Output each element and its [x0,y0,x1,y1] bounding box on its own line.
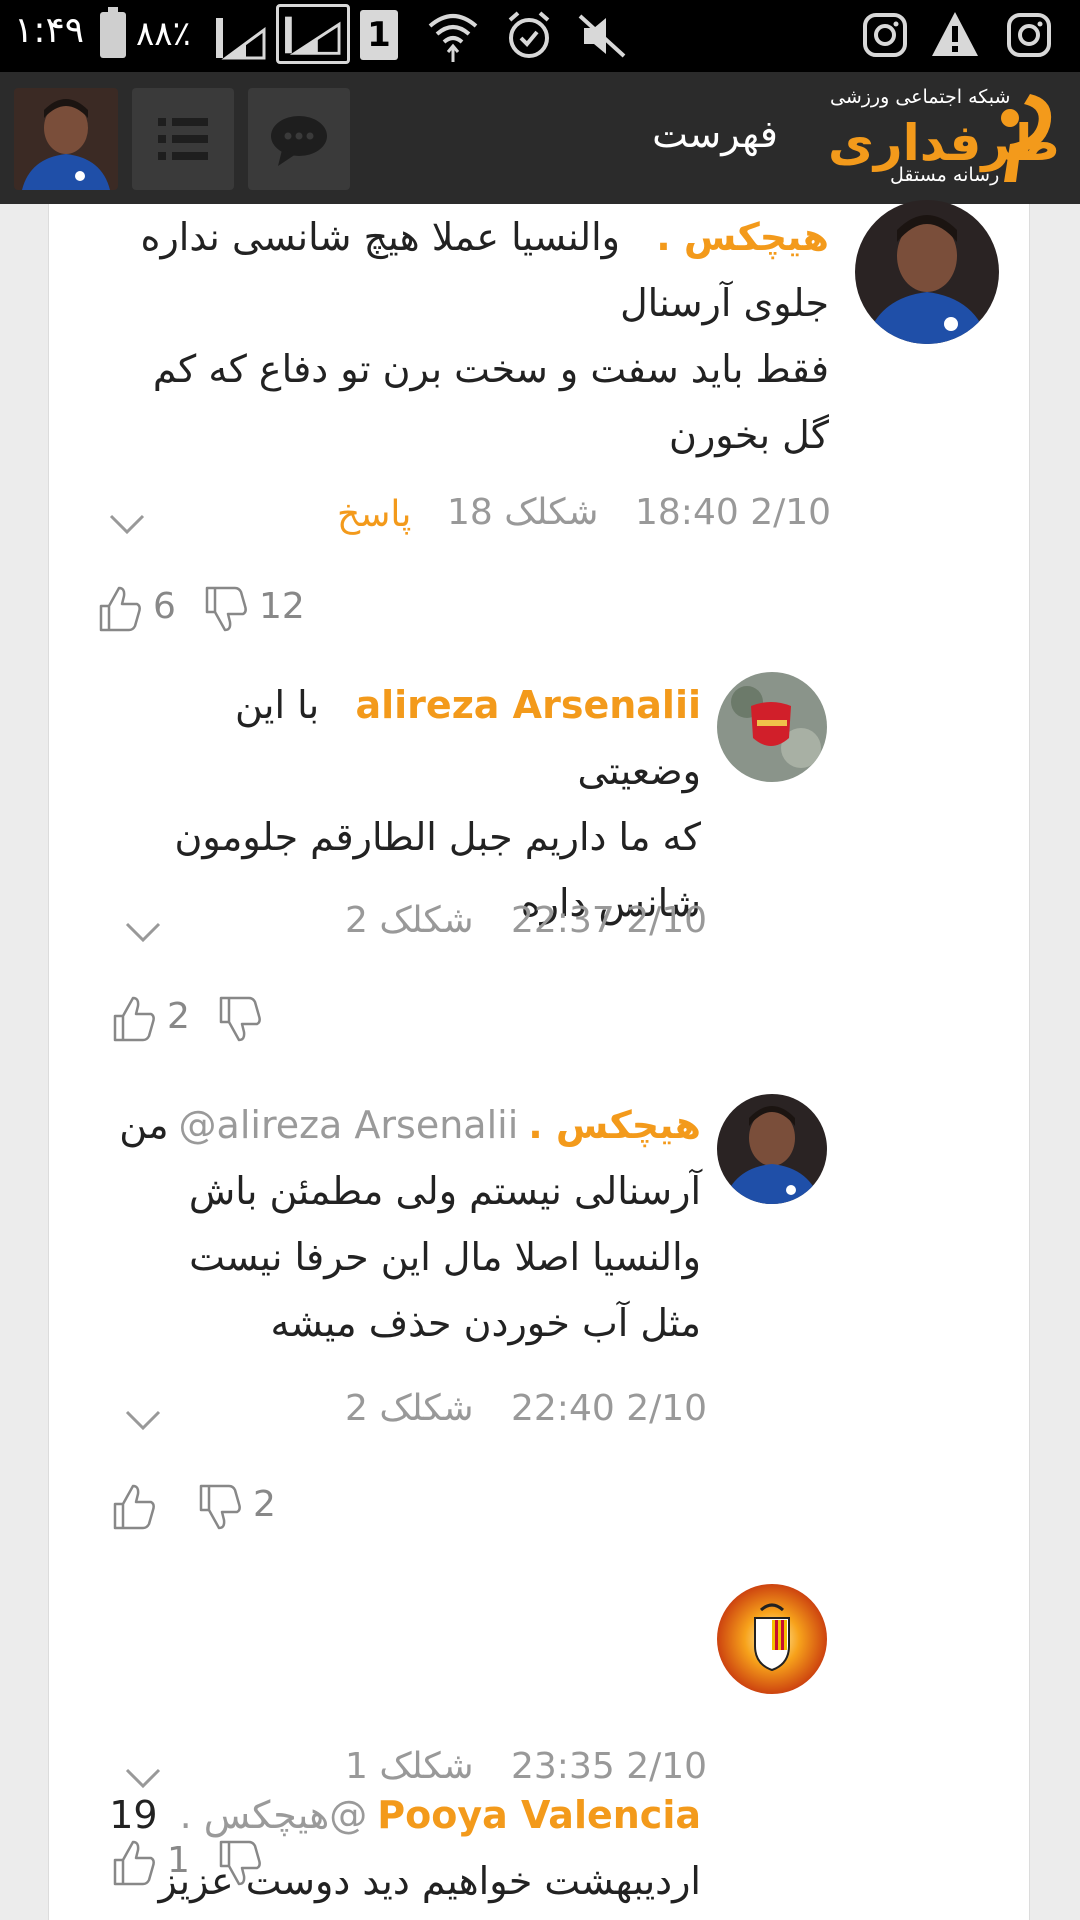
comments-card: هیچکس . والنسیا عملا هیچ شانسی نداره جلو… [48,200,1030,1920]
user-avatar-button[interactable] [14,88,118,190]
reply-button[interactable]: پاسخ [337,494,411,535]
list-icon [158,118,208,160]
app-header: فهرست شبکه اجتماعی ورزشی طرفداری رسانه م… [0,72,1080,204]
shekalak-count[interactable]: 2 شکلک [345,1388,474,1429]
thumbs-up-icon[interactable] [111,994,157,1044]
warning-icon [932,12,978,56]
like-count: 2 [167,996,190,1037]
thumbs-up-icon[interactable] [111,1482,157,1532]
comment-timestamp: 18:40 2/10 [635,492,832,533]
comment-author[interactable]: Pooya Valencia [377,1793,701,1837]
avatar[interactable] [717,672,827,782]
dislike-count: 2 [253,1484,276,1525]
mention-link[interactable]: alireza Arsenalii@ [179,1103,519,1147]
comment-timestamp: 22:37 2/10 [511,900,708,941]
shekalak-count[interactable]: 1 شکلک [345,1746,474,1787]
signal-icon [276,4,350,64]
comment-timestamp: 23:35 2/10 [511,1746,708,1787]
comment-timestamp: 22:40 2/10 [511,1388,708,1429]
battery-icon [100,7,126,58]
sim-label: 1 [367,15,391,55]
thumbs-down-icon[interactable] [203,584,249,634]
chevron-down-icon[interactable] [123,912,163,952]
comment-line: من [119,1103,169,1147]
logo-mark-icon [1001,94,1052,182]
chat-button[interactable] [248,88,350,190]
shekalak-count[interactable]: 18 شکلک [447,492,598,533]
chevron-down-icon[interactable] [123,1400,163,1440]
mute-icon [578,14,626,58]
thumbs-down-icon[interactable] [197,1482,243,1532]
thumbs-down-icon[interactable] [217,994,263,1044]
list-menu-button[interactable] [132,88,234,190]
comment-line: جلوی آرسنال [620,281,829,325]
shekalak-count[interactable]: 2 شکلک [345,900,474,941]
avatar[interactable] [855,200,999,344]
battery-percent: ۸۸٪ [136,14,191,54]
vote-bar: 2 [111,1478,311,1538]
comment-line: والنسیا اصلا مال این حرفا نیست [189,1235,701,1279]
instagram-icon [863,13,907,57]
like-count: 6 [153,586,176,627]
comment-line: 19 [109,1793,158,1837]
comment-line: که ما داریم جبل الطارقم جلومون [174,815,701,859]
chevron-down-icon[interactable] [123,1758,163,1798]
status-bar: ۱:۴۹ ۸۸٪ 1 [0,0,1080,72]
mention-link[interactable]: @هیچکس . [180,1793,368,1837]
like-count: 1 [167,1840,190,1881]
logo-tagline-top: شبکه اجتماعی ورزشی [830,86,1011,108]
comment-body: alireza Arsenalii با این وضعیتی که ما دا… [109,672,701,936]
comment-line: گل بخورن [669,413,829,457]
thumbs-down-icon[interactable] [217,1838,263,1888]
vote-bar: 1 [111,1834,311,1894]
comment-author[interactable]: هیچکس . [528,1103,701,1147]
vote-bar: 6 12 [97,580,337,640]
comment-line: مثل آب خوردن حذف میشه [270,1301,701,1345]
comment-line: والنسیا عملا هیچ شانسی نداره [140,215,621,259]
alarm-icon [508,11,550,58]
sim-icon: 1 [360,10,398,60]
comment-body: هیچکس . والنسیا عملا هیچ شانسی نداره جلو… [109,204,829,468]
status-time: ۱:۴۹ [14,10,85,51]
comment-author[interactable]: هیچکس . [656,215,829,259]
instagram-icon [1007,13,1051,57]
signal-icon [216,18,266,60]
comment-author[interactable]: alireza Arsenalii [355,683,701,727]
comment-line: آرسنالی نیستم ولی مطمئن باش [188,1169,701,1213]
menu-title-link[interactable]: فهرست [640,112,790,156]
vote-bar: 2 [111,990,311,1050]
chat-bubble-icon [271,116,327,166]
dislike-count: 12 [259,586,305,627]
thumbs-up-icon[interactable] [111,1838,157,1888]
thumbs-up-icon[interactable] [97,584,143,634]
avatar[interactable] [717,1584,827,1694]
chevron-down-icon[interactable] [107,504,147,544]
comment-line: فقط باید سفت و سخت برن تو دفاع که کم [152,347,829,391]
comment-body: هیچکس .alireza Arsenalii@من آرسنالی نیست… [109,1092,701,1356]
logo-tagline-bottom: رسانه مستقل [890,164,1000,186]
wifi-icon [428,14,478,62]
avatar[interactable] [717,1094,827,1204]
